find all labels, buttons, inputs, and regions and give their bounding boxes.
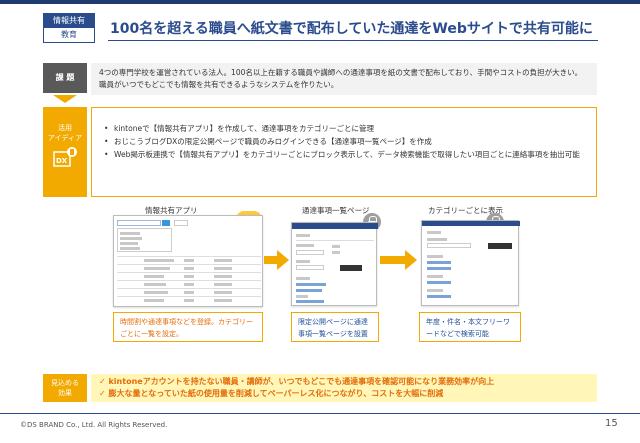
down-arrow-icon: [53, 95, 77, 103]
form-label: [427, 238, 447, 241]
cell: [184, 259, 194, 262]
effect-label-line2: 効果: [58, 389, 72, 397]
effect-item-2: ✓ 膨大な量となっていた紙の使用量を削減してペーパーレス化につながり、コストを大…: [99, 389, 444, 398]
footer-divider: [0, 413, 640, 414]
col2-title: 通達事項一覧ページ: [302, 206, 370, 215]
tag-info-share: 情報共有: [44, 14, 94, 28]
table-row: [117, 280, 261, 281]
cell: [144, 283, 166, 286]
cell: [214, 299, 232, 302]
caption-list-page: 限定公開ページに通達事項一覧ページを設置: [291, 312, 379, 342]
page-header-bar: [422, 221, 520, 226]
category-view-screenshot: [421, 220, 520, 306]
idea-label-line1: 活用: [58, 124, 72, 132]
effect-box: ✓ kintoneアカウントを持たない職員・講師が、いつでもどこでも通達事項を確…: [91, 374, 597, 402]
checkbox-label: [332, 251, 340, 254]
idea-item-2: おじこうブログDXの限定公開ページで職員のみログインできる【通達事項一覧ページ】…: [104, 135, 586, 148]
caption-category: 年度・件名・本文フリーワードなどで検索可能: [419, 312, 521, 342]
dropdown-option: [120, 247, 140, 250]
idea-label-line2: アイディア: [47, 134, 83, 142]
dropdown-option: [120, 232, 140, 235]
list-link: [427, 295, 451, 298]
filter-icon: [162, 220, 170, 226]
flow-arrow-shaft: [264, 256, 278, 264]
dropdown-option: [120, 237, 142, 240]
cell: [184, 275, 194, 278]
category-label: [427, 255, 443, 258]
cell: [214, 259, 232, 262]
effect-label: 見込める 効果: [43, 374, 87, 402]
title-underline: [108, 40, 598, 41]
search-button: [340, 265, 362, 271]
cell: [184, 291, 194, 294]
cell: [144, 275, 164, 278]
page-heading: [296, 234, 310, 237]
cell: [214, 291, 232, 294]
cell: [184, 267, 194, 270]
page-title: 100名を超える職員へ紙文書で配布していた通達をWebサイトで共有可能に: [110, 21, 593, 37]
idea-box: kintoneで【情報共有アプリ】を作成して、通達事項をカテゴリーごとに管理 お…: [91, 107, 597, 197]
cell: [214, 267, 232, 270]
list-link: [296, 283, 326, 286]
list-link: [296, 300, 324, 303]
top-bar: [0, 0, 640, 4]
svg-text:DX: DX: [56, 157, 68, 165]
table-row: [117, 288, 261, 289]
graph-icon: [174, 220, 188, 226]
dx-icon: DX: [53, 147, 77, 167]
list-link: [296, 289, 322, 292]
table-row: [117, 296, 261, 297]
form-input: [296, 265, 324, 270]
cell: [184, 299, 194, 302]
effect-label-line1: 見込める: [51, 379, 79, 387]
caption-app: 時間割や通達事項などを登録。カテゴリーごとに一覧を設定。: [113, 312, 263, 342]
form-input: [427, 243, 471, 248]
search-button: [488, 243, 512, 249]
cell: [144, 259, 174, 262]
cell: [184, 283, 194, 286]
form-label: [296, 260, 310, 263]
page-header-bar: [292, 223, 378, 229]
table-row: [117, 264, 261, 265]
notice-list-page-screenshot: [291, 222, 378, 306]
cell: [214, 283, 232, 286]
right-arrow-icon: [277, 250, 289, 270]
section-label: [296, 277, 310, 280]
list-link: [427, 261, 451, 264]
checkbox-label: [332, 245, 340, 248]
category-tag: 情報共有 教育: [43, 13, 95, 43]
cell: [144, 291, 168, 294]
page-number: 15: [605, 418, 618, 429]
category-label: [427, 275, 443, 278]
list-link: [427, 267, 451, 270]
form-label: [296, 244, 314, 247]
table-row: [117, 272, 261, 273]
page-heading: [427, 231, 441, 234]
section-label: [296, 295, 308, 298]
effect-item-1: ✓ kintoneアカウントを持たない職員・講師が、いつでもどこでも通達事項を確…: [99, 377, 495, 386]
search-box: [117, 220, 161, 226]
idea-item-3: Web掲示板連携で【情報共有アプリ】をカテゴリーごとにブロック表示して、データ検…: [104, 148, 586, 161]
table-row: [117, 256, 261, 257]
kintone-app-screenshot: [113, 215, 263, 307]
issue-text: 4つの専門学校を運営されている法人。100名以上在籍する職員や講師への通達事項を…: [91, 63, 597, 95]
flow-arrow-shaft: [380, 256, 406, 264]
category-label: [427, 289, 443, 292]
footer-copyright: ©DS BRAND Co., Ltd. All Rights Reserved.: [20, 421, 168, 429]
dropdown-option: [120, 242, 138, 245]
form-input: [296, 250, 324, 255]
list-link: [427, 281, 451, 284]
right-arrow-icon: [405, 250, 417, 270]
idea-item-1: kintoneで【情報共有アプリ】を作成して、通達事項をカテゴリーごとに管理: [104, 122, 586, 135]
issue-label: 課 題: [43, 63, 87, 93]
tag-education: 教育: [44, 28, 94, 42]
divider: [296, 240, 374, 241]
cell: [144, 299, 164, 302]
cell: [144, 267, 170, 270]
cell: [214, 275, 232, 278]
